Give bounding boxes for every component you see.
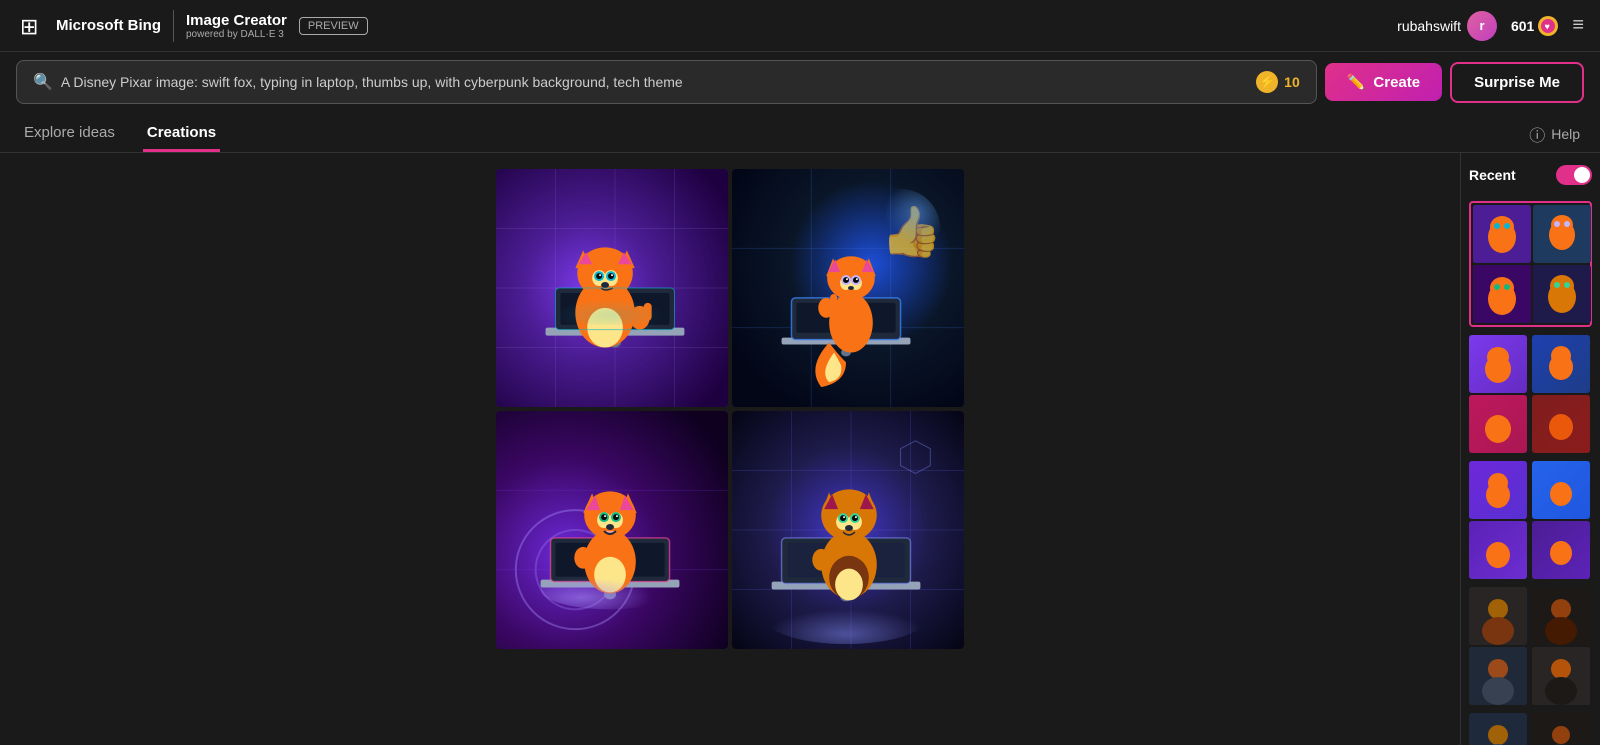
creator-subtitle: powered by DALL·E 3 — [186, 29, 287, 40]
image-grid-area: 👍 — [0, 153, 1460, 745]
search-bar[interactable]: 🔍 ⚡ 10 — [16, 60, 1317, 104]
lightning-icon: ⚡ — [1256, 71, 1278, 93]
thumbnail-4-3 — [1469, 647, 1527, 705]
svg-text:⊞: ⊞ — [20, 14, 38, 39]
thumbnail-2-1 — [1469, 335, 1527, 393]
thumbnail-2-4 — [1532, 395, 1590, 453]
menu-icon[interactable]: ≡ — [1572, 14, 1584, 37]
surprise-me-button[interactable]: Surprise Me — [1450, 62, 1584, 103]
search-area: 🔍 ⚡ 10 ✏️ Create Surprise Me — [0, 52, 1600, 112]
image-cell-1[interactable] — [496, 169, 728, 407]
help-link[interactable]: ⓘ Help — [1529, 122, 1580, 146]
thumbnail-4-1 — [1469, 587, 1527, 645]
create-pencil-icon: ✏️ — [1347, 73, 1366, 91]
preview-badge: PREVIEW — [299, 17, 368, 35]
tab-creations[interactable]: Creations — [143, 116, 220, 152]
create-label: Create — [1373, 74, 1420, 91]
thumbnail-1-1 — [1473, 205, 1531, 263]
coin-icon: ♥ — [1538, 16, 1558, 36]
thumbnail-4-2 — [1532, 587, 1590, 645]
create-button[interactable]: ✏️ Create — [1325, 63, 1442, 101]
recent-toggle[interactable] — [1556, 165, 1592, 185]
help-label: Help — [1551, 126, 1580, 142]
search-icon: 🔍 — [33, 72, 53, 92]
thumbnail-5-1 — [1469, 713, 1527, 745]
bing-text: Microsoft Bing — [56, 17, 161, 34]
coins-count: 601 — [1511, 18, 1534, 34]
thumbnail-3-1 — [1469, 461, 1527, 519]
coins-badge: 601 ♥ — [1511, 16, 1558, 36]
image-grid: 👍 — [496, 169, 964, 649]
sidebar-title: Recent — [1469, 167, 1516, 183]
bing-logo[interactable]: ⊞ Microsoft Bing — [16, 10, 161, 42]
username: rubahswift — [1397, 18, 1461, 34]
image-cell-2[interactable]: 👍 — [732, 169, 964, 407]
search-coin-count: 10 — [1284, 74, 1300, 90]
thumbnail-3-3 — [1469, 521, 1527, 579]
help-circle-icon: ⓘ — [1529, 122, 1545, 146]
image-cell-3[interactable] — [496, 411, 728, 649]
avatar: r — [1467, 11, 1497, 41]
thumbnail-group-2[interactable] — [1469, 335, 1592, 453]
thumbnail-2-2 — [1532, 335, 1590, 393]
header-divider — [173, 10, 174, 42]
thumbnail-1-3 — [1473, 265, 1531, 323]
thumbnail-group-5[interactable] — [1469, 713, 1592, 745]
thumbnail-3-4 — [1532, 521, 1590, 579]
svg-text:♥: ♥ — [1545, 21, 1550, 31]
thumbnail-2-3 — [1469, 395, 1527, 453]
image-cell-4[interactable] — [732, 411, 964, 649]
main-content: 👍 — [0, 153, 1600, 745]
thumbnail-5-2 — [1532, 713, 1590, 745]
header: ⊞ Microsoft Bing Image Creator powered b… — [0, 0, 1600, 52]
creator-title: Image Creator — [186, 12, 287, 29]
thumbnail-1-4 — [1533, 265, 1591, 323]
sidebar: Recent — [1460, 153, 1600, 745]
bing-icon: ⊞ — [16, 10, 48, 42]
thumbnail-group-4[interactable] — [1469, 587, 1592, 705]
search-input[interactable] — [61, 74, 1248, 90]
user-info[interactable]: rubahswift r — [1397, 11, 1497, 41]
tabs-left: Explore ideas Creations — [20, 116, 220, 152]
action-buttons: ✏️ Create Surprise Me — [1325, 62, 1584, 103]
thumbnail-group-3[interactable] — [1469, 461, 1592, 579]
thumbnail-4-4 — [1532, 647, 1590, 705]
search-coins: ⚡ 10 — [1256, 71, 1300, 93]
tabs-bar: Explore ideas Creations ⓘ Help — [0, 112, 1600, 153]
sidebar-header: Recent — [1469, 165, 1592, 185]
image-creator-info: Image Creator powered by DALL·E 3 — [186, 12, 287, 40]
thumbnail-3-2 — [1532, 461, 1590, 519]
thumbnail-1-2 — [1533, 205, 1591, 263]
tab-explore-ideas[interactable]: Explore ideas — [20, 116, 119, 152]
header-right: rubahswift r 601 ♥ ≡ — [1397, 11, 1584, 41]
thumbnail-group-1[interactable] — [1469, 201, 1592, 327]
